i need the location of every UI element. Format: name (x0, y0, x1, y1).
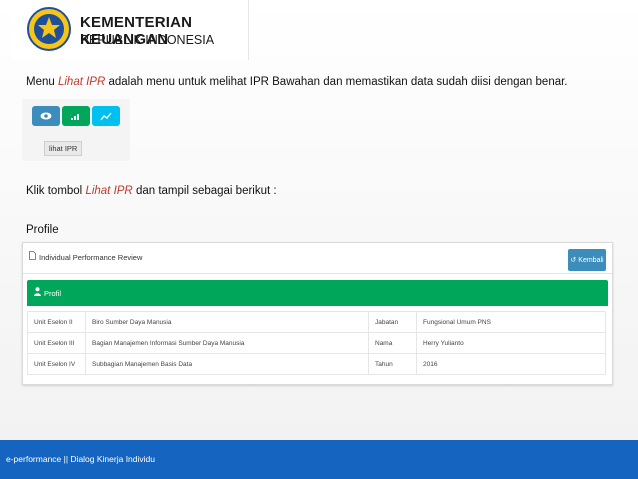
view-button[interactable] (32, 106, 60, 126)
row-value: Subbagian Manajemen Basis Data (85, 353, 369, 375)
intro-text: Menu Lihat IPR adalah menu untuk melihat… (26, 76, 568, 88)
table-row: Unit Eselon II Biro Sumber Daya Manusia … (27, 311, 606, 333)
back-arrow-icon: ↺ (570, 257, 577, 264)
lihat-ipr-tooltip: lihat IPR (44, 141, 83, 156)
row-label-2: Nama (368, 332, 417, 354)
menu-name-highlight: Lihat IPR (57, 76, 106, 88)
row-label: Unit Eselon III (27, 332, 86, 354)
garuda-emblem-icon (27, 7, 71, 51)
table-row: Unit Eselon IV Subbagian Manajemen Basis… (27, 353, 606, 375)
footer-bar: e-performance || Dialog Kinerja Individu (0, 440, 638, 479)
button-name-highlight: Lihat IPR (85, 185, 133, 197)
row-value-2: Herry Yulianto (416, 332, 606, 354)
row-value-2: 2016 (416, 353, 606, 375)
panel-title: Profil (44, 289, 62, 298)
lihat-ipr-button[interactable] (92, 106, 120, 126)
ministry-logo: KEMENTERIAN KEUANGAN REPUBLIK INDONESIA (12, 0, 249, 60)
footer-text: e-performance || Dialog Kinerja Individu (6, 454, 155, 464)
signal-bars-icon (71, 114, 79, 120)
row-label: Unit Eselon IV (27, 353, 86, 375)
profile-table: Unit Eselon II Biro Sumber Daya Manusia … (27, 311, 606, 375)
back-button-label: Kembali (578, 256, 604, 264)
document-icon (29, 251, 36, 260)
row-label: Unit Eselon II (27, 311, 86, 333)
row-label-2: Tahun (368, 353, 417, 375)
section-label: Profile (26, 224, 59, 236)
table-row: Unit Eselon III Bagian Manajemen Informa… (27, 332, 606, 354)
user-icon (34, 287, 41, 296)
back-button[interactable]: ↺ Kembali (568, 249, 606, 271)
row-value-2: Fungsional Umum PNS (416, 311, 606, 333)
line-chart-icon (100, 112, 112, 120)
button-crop-image: lihat IPR (22, 99, 130, 161)
row-value: Bagian Manajemen Informasi Sumber Daya M… (85, 332, 369, 354)
screenshot-header: Individual Performance Review ↺ Kembali (23, 243, 612, 274)
row-value: Biro Sumber Daya Manusia (85, 311, 369, 333)
page-title: Individual Performance Review (39, 253, 143, 262)
instruction-text: Klik tombol Lihat IPR dan tampil sebagai… (26, 185, 277, 197)
profile-panel-header: Profil (27, 280, 608, 306)
signal-button[interactable] (62, 106, 90, 126)
row-label-2: Jabatan (368, 311, 417, 333)
profile-screenshot: Individual Performance Review ↺ Kembali P… (22, 242, 613, 385)
ministry-country: REPUBLIK INDONESIA (80, 33, 215, 47)
eye-icon (40, 112, 52, 120)
